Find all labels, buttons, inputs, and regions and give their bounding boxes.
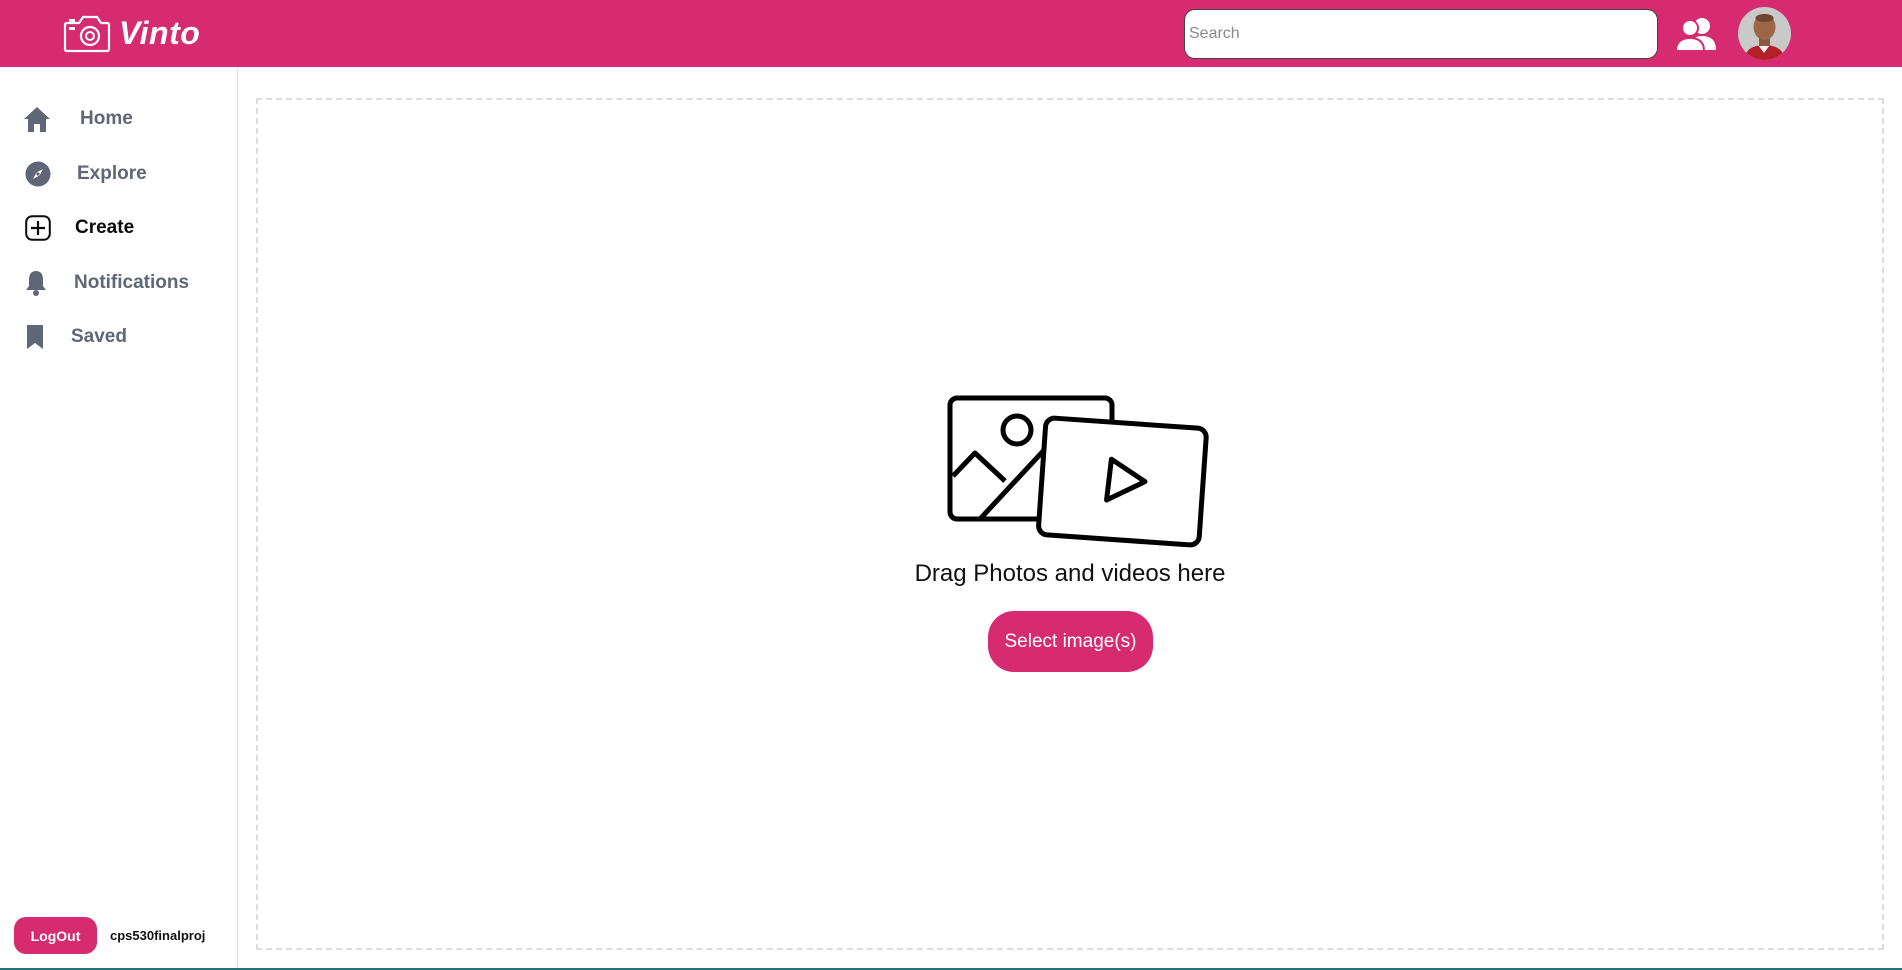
sidebar-item-explore[interactable]: Explore — [0, 152, 237, 196]
sidebar-item-notifications[interactable]: Notifications — [0, 261, 237, 305]
top-bar: Vinto — [0, 0, 1902, 67]
brand-logo[interactable]: Vinto — [63, 13, 200, 53]
home-icon — [22, 104, 52, 134]
camera-icon — [63, 15, 111, 53]
users-icon[interactable] — [1674, 16, 1718, 52]
photo-video-icon — [947, 395, 1209, 548]
profile-photo — [1738, 7, 1791, 60]
compass-icon — [23, 159, 53, 189]
plus-square-icon — [23, 213, 53, 243]
sidebar-item-label: Create — [75, 217, 135, 238]
search-input[interactable] — [1184, 9, 1658, 59]
sidebar-item-label: Explore — [77, 163, 147, 184]
sidebar-item-home[interactable]: Home — [0, 97, 237, 141]
username: cps530finalproj — [110, 928, 206, 943]
sidebar-item-saved[interactable]: Saved — [0, 315, 237, 359]
sidebar: Home Explore Create Notifications Saved … — [0, 67, 238, 970]
select-images-button[interactable]: Select image(s) — [988, 611, 1153, 672]
bookmark-icon — [20, 322, 50, 352]
sidebar-item-label: Saved — [71, 326, 127, 347]
bell-icon — [21, 268, 51, 298]
avatar[interactable] — [1738, 7, 1791, 60]
logout-button[interactable]: LogOut — [14, 917, 97, 954]
brand-name: Vinto — [119, 14, 201, 51]
drag-instructions: Drag Photos and videos here — [914, 560, 1226, 587]
sidebar-item-label: Notifications — [74, 272, 190, 293]
sidebar-item-create[interactable]: Create — [0, 206, 237, 250]
sidebar-item-label: Home — [80, 108, 133, 129]
